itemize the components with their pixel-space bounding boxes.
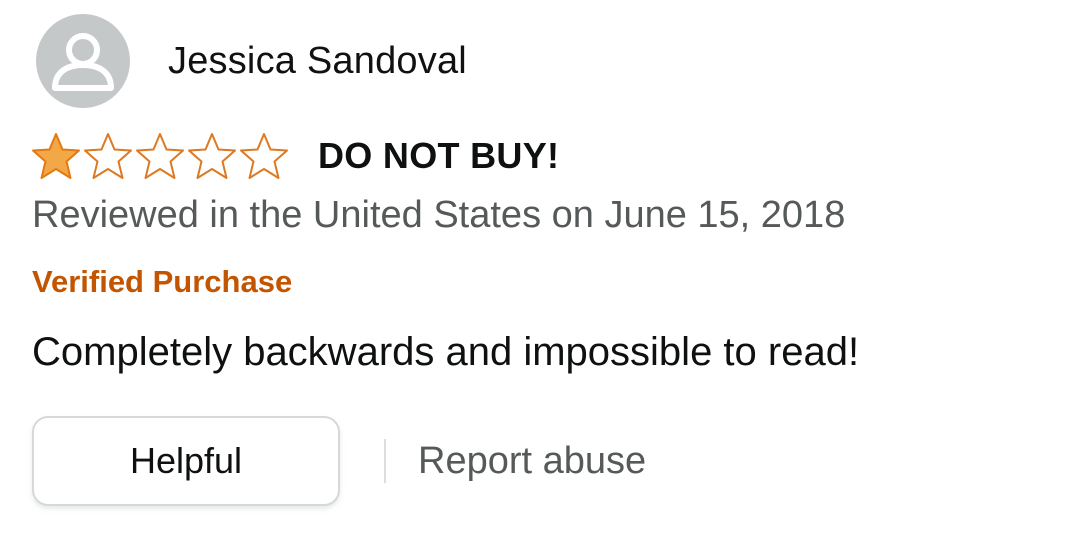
star-empty-icon bbox=[240, 133, 288, 179]
review-actions: Helpful Report abuse bbox=[32, 416, 646, 506]
reviewer-name[interactable]: Jessica Sandoval bbox=[168, 40, 467, 83]
customer-review: Jessica Sandoval DO NOT BUY! Reviewed in… bbox=[0, 0, 1080, 540]
star-empty-icon bbox=[136, 133, 184, 179]
star-rating[interactable] bbox=[30, 131, 290, 181]
helpful-button[interactable]: Helpful bbox=[32, 416, 340, 506]
star-empty-icon bbox=[188, 133, 236, 179]
report-abuse-link[interactable]: Report abuse bbox=[418, 440, 646, 483]
action-divider bbox=[384, 439, 386, 483]
default-user-avatar-icon bbox=[52, 33, 114, 91]
review-title[interactable]: DO NOT BUY! bbox=[318, 135, 559, 177]
review-date: Reviewed in the United States on June 15… bbox=[32, 194, 846, 236]
star-empty-icon bbox=[84, 133, 132, 179]
avatar bbox=[36, 14, 130, 108]
verified-purchase-badge[interactable]: Verified Purchase bbox=[32, 264, 292, 300]
review-body: Completely backwards and impossible to r… bbox=[32, 330, 860, 374]
star-filled-icon bbox=[32, 133, 80, 179]
rating-title-row: DO NOT BUY! bbox=[30, 128, 559, 184]
reviewer-profile[interactable]: Jessica Sandoval bbox=[36, 14, 467, 108]
